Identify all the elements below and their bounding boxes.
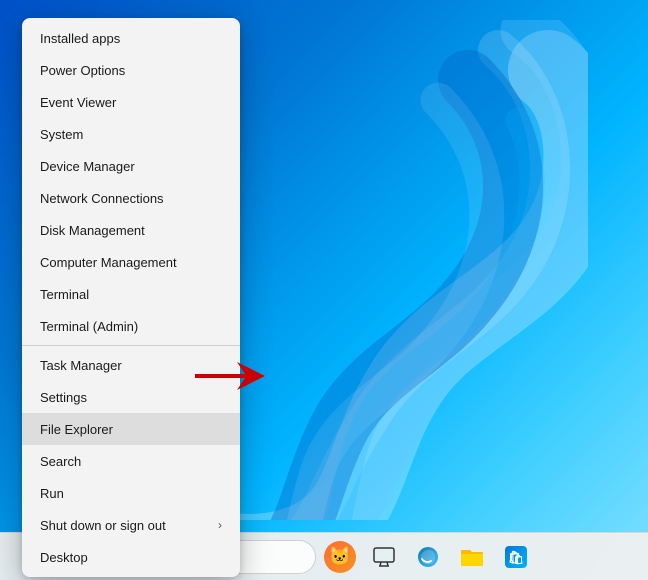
menu-item-label-terminal-admin: Terminal (Admin) [40,319,138,334]
menu-item-shut-down[interactable]: Shut down or sign out › [22,509,240,541]
menu-item-label-search: Search [40,454,81,469]
menu-item-label-run: Run [40,486,64,501]
menu-item-disk-management[interactable]: Disk Management [22,214,240,246]
monitor-button[interactable] [364,537,404,577]
menu-item-desktop[interactable]: Desktop [22,541,240,573]
menu-item-device-manager[interactable]: Device Manager [22,150,240,182]
menu-item-label-disk-management: Disk Management [40,223,145,238]
menu-item-label-installed-apps: Installed apps [40,31,120,46]
context-menu: Installed apps Power Options Event Viewer S… [22,18,240,577]
monitor-icon [373,546,395,568]
file-explorer-button[interactable] [452,537,492,577]
edge-icon [417,546,439,568]
store-icon: 🛍 [505,546,527,568]
menu-item-terminal[interactable]: Terminal [22,278,240,310]
menu-item-task-manager[interactable]: Task Manager [22,349,240,381]
menu-item-label-task-manager: Task Manager [40,358,122,373]
menu-item-computer-management[interactable]: Computer Management [22,246,240,278]
menu-item-label-terminal: Terminal [40,287,89,302]
cat-icon: 🐱 [324,541,356,573]
menu-item-arrow-shut-down: › [218,518,222,532]
menu-item-label-system: System [40,127,83,142]
menu-item-file-explorer[interactable]: File Explorer [22,413,240,445]
menu-item-label-power-options: Power Options [40,63,125,78]
menu-separator [22,345,240,346]
menu-item-terminal-admin[interactable]: Terminal (Admin) [22,310,240,342]
store-button[interactable]: 🛍 [496,537,536,577]
menu-item-event-viewer[interactable]: Event Viewer [22,86,240,118]
cat-app-button[interactable]: 🐱 [320,537,360,577]
menu-item-installed-apps[interactable]: Installed apps [22,22,240,54]
menu-item-settings[interactable]: Settings [22,381,240,413]
menu-item-system[interactable]: System [22,118,240,150]
menu-item-power-options[interactable]: Power Options [22,54,240,86]
menu-item-search[interactable]: Search [22,445,240,477]
menu-item-network-connections[interactable]: Network Connections [22,182,240,214]
file-explorer-icon [460,546,484,568]
menu-item-label-network-connections: Network Connections [40,191,164,206]
menu-item-label-computer-management: Computer Management [40,255,177,270]
menu-item-label-desktop: Desktop [40,550,88,565]
desktop: Installed apps Power Options Event Viewer S… [0,0,648,580]
menu-item-label-event-viewer: Event Viewer [40,95,116,110]
edge-button[interactable] [408,537,448,577]
menu-item-label-shut-down: Shut down or sign out [40,518,166,533]
menu-item-label-file-explorer: File Explorer [40,422,113,437]
menu-item-label-device-manager: Device Manager [40,159,135,174]
menu-item-run[interactable]: Run [22,477,240,509]
svg-text:🛍: 🛍 [508,550,525,565]
menu-item-label-settings: Settings [40,390,87,405]
